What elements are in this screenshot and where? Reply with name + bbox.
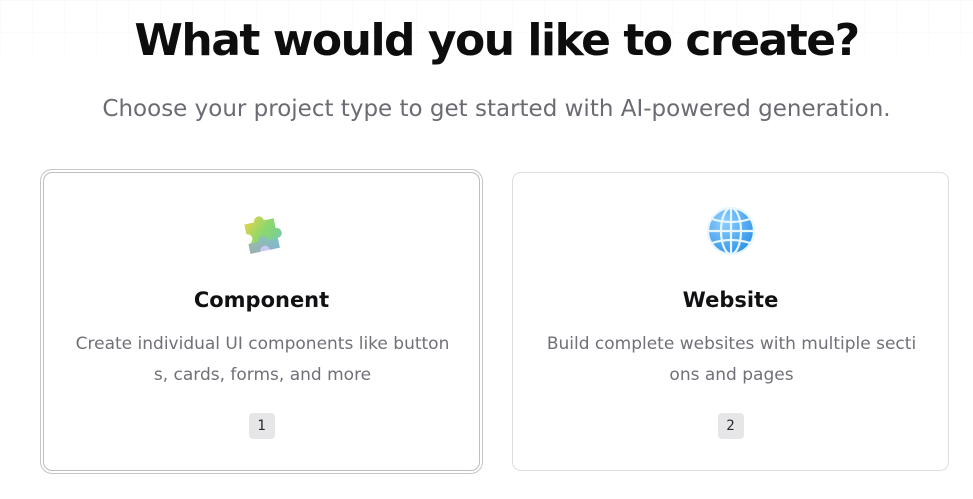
globe-icon xyxy=(513,203,948,259)
page-title: What would you like to create? xyxy=(134,15,860,66)
project-type-card-component[interactable]: Component Create individual UI component… xyxy=(43,172,480,471)
page-subtitle: Choose your project type to get started … xyxy=(102,96,891,122)
shortcut-key-badge: 1 xyxy=(248,413,275,439)
create-project-page: What would you like to create? Choose yo… xyxy=(0,0,973,499)
card-description: Create individual UI components like but… xyxy=(75,334,450,385)
project-type-card-website[interactable]: Website Build complete websites with mul… xyxy=(512,172,949,471)
shortcut-key-badge: 2 xyxy=(717,413,744,439)
puzzle-piece-icon xyxy=(44,203,479,259)
card-title: Website xyxy=(682,288,779,312)
card-description: Build complete websites with multiple se… xyxy=(546,334,917,385)
card-title: Component xyxy=(193,288,330,312)
